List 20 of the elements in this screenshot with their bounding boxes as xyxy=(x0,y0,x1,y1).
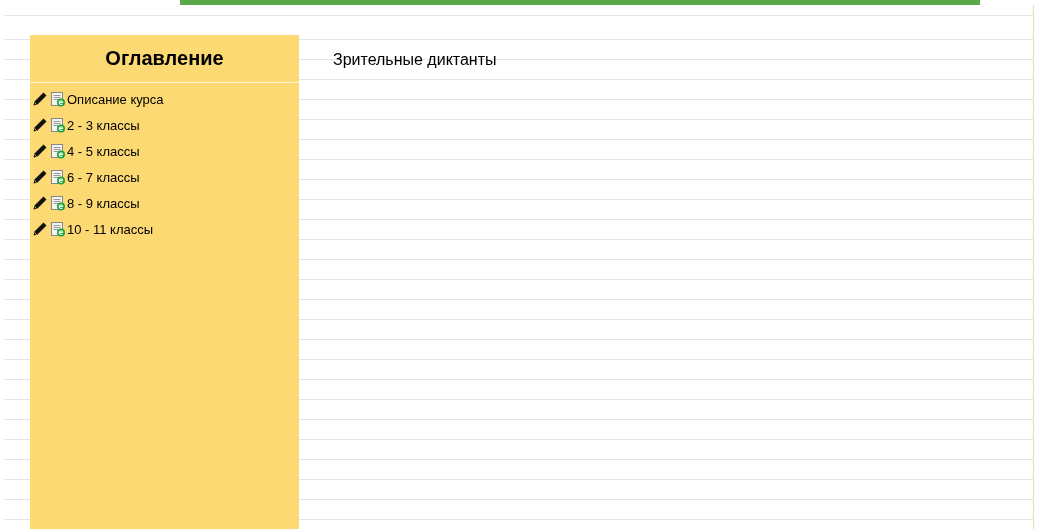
contents-link[interactable]: Описание курса xyxy=(67,91,164,107)
sidebar-title: Оглавление xyxy=(105,47,224,70)
document-icon xyxy=(50,169,66,185)
document-icon xyxy=(50,195,66,211)
pencil-icon[interactable] xyxy=(32,91,48,107)
page-title: Зрительные диктанты xyxy=(333,51,497,68)
contents-link[interactable]: 6 - 7 классы xyxy=(67,169,140,185)
pencil-icon[interactable] xyxy=(32,221,48,237)
pencil-icon[interactable] xyxy=(32,143,48,159)
document-icon xyxy=(50,91,66,107)
document-icon xyxy=(50,143,66,159)
pencil-icon[interactable] xyxy=(32,117,48,133)
contents-link[interactable]: 10 - 11 классы xyxy=(67,221,154,237)
contents-link[interactable]: 8 - 9 классы xyxy=(67,195,140,211)
document-icon xyxy=(50,117,66,133)
document-icon xyxy=(50,221,66,237)
pencil-icon[interactable] xyxy=(32,169,48,185)
pencil-icon[interactable] xyxy=(32,195,48,211)
contents-link[interactable]: 4 - 5 классы xyxy=(67,143,140,159)
contents-link[interactable]: 2 - 3 классы xyxy=(67,117,140,133)
